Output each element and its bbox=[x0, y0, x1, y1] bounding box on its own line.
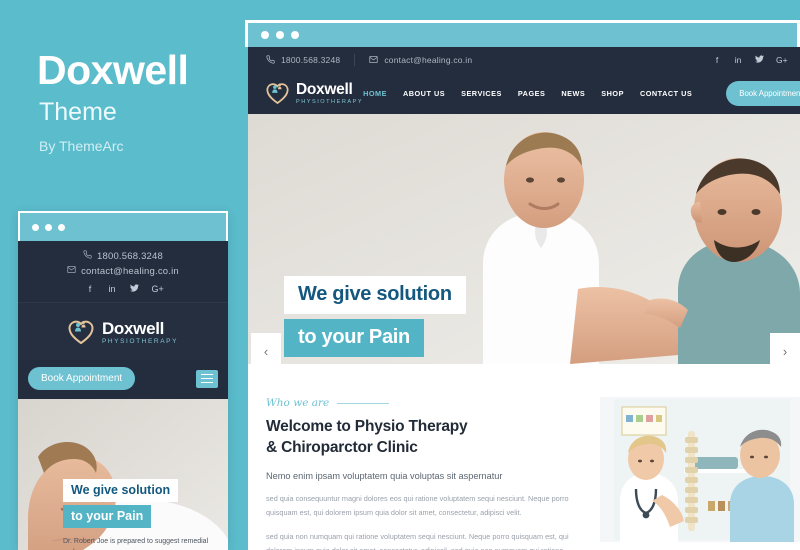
nav-item-contact-us[interactable]: CONTACT US bbox=[640, 89, 692, 98]
main-titlebar bbox=[245, 20, 800, 47]
twitter-icon[interactable] bbox=[755, 55, 764, 65]
about-section: Who we are Welcome to Physio Therapy & C… bbox=[248, 364, 800, 550]
nav-item-shop[interactable]: SHOP bbox=[601, 89, 624, 98]
mobile-logo-text: Doxwell PHYSIOTHERAPY bbox=[102, 320, 178, 346]
site-navbar: Doxwell PHYSIOTHERAPY HOME ABOUT US SERV… bbox=[248, 73, 800, 114]
doxwell-logo-icon bbox=[68, 316, 94, 349]
nav-item-services[interactable]: SERVICES bbox=[461, 89, 502, 98]
site-logo-text: Doxwell PHYSIOTHERAPY bbox=[296, 82, 363, 106]
mobile-preview-window: 1800.568.3248 contact@healing.co.in f in… bbox=[18, 211, 228, 550]
mobile-phone-row[interactable]: 1800.568.3248 bbox=[18, 250, 228, 262]
about-image-column bbox=[600, 397, 800, 550]
mobile-book-appointment-button[interactable]: Book Appointment bbox=[28, 367, 136, 390]
site-logo-tagline: PHYSIOTHERAPY bbox=[296, 99, 364, 106]
linkedin-icon[interactable]: in bbox=[108, 284, 117, 294]
site-topbar: 1800.568.3248 contact@healing.co.in f in… bbox=[248, 47, 800, 73]
nav-item-pages[interactable]: PAGES bbox=[518, 89, 546, 98]
about-eyebrow-text: Who we are bbox=[266, 397, 330, 409]
mobile-hero: We give solution to your Pain Dr. Robert… bbox=[18, 399, 228, 550]
mobile-navbar: Book Appointment bbox=[18, 360, 228, 399]
mobile-hero-description: Dr. Robert Joe is prepared to suggest re… bbox=[63, 538, 209, 550]
envelope-icon bbox=[67, 265, 76, 277]
mobile-hero-line1: We give solution bbox=[63, 479, 179, 502]
mobile-logo-bar[interactable]: Doxwell PHYSIOTHERAPY bbox=[18, 303, 228, 360]
mobile-hero-line2: to your Pain bbox=[63, 505, 152, 528]
promo-subtitle: Theme bbox=[39, 98, 117, 126]
twitter-icon[interactable] bbox=[129, 284, 139, 294]
window-dot-close-icon[interactable] bbox=[261, 31, 269, 39]
mobile-logo-tagline: PHYSIOTHERAPY bbox=[101, 337, 179, 345]
topbar-email[interactable]: contact@healing.co.in bbox=[369, 55, 472, 66]
googleplus-icon[interactable]: G+ bbox=[776, 55, 788, 65]
hero-headline-line1: We give solution bbox=[284, 276, 466, 314]
about-clinic-photo bbox=[600, 397, 800, 542]
facebook-icon[interactable]: f bbox=[713, 55, 721, 65]
phone-icon bbox=[83, 250, 92, 262]
hero-headline-line2: to your Pain bbox=[284, 319, 424, 357]
doxwell-logo-icon bbox=[266, 79, 289, 109]
about-paragraph-1: sed quia consequuntur magni dolores eos … bbox=[266, 494, 569, 517]
topbar-social-links: f in G+ bbox=[713, 55, 788, 65]
chevron-left-icon: ‹ bbox=[263, 344, 269, 359]
hero-content: We give solution to your Pain Dr. Robert… bbox=[284, 114, 544, 364]
slider-next-button[interactable]: › bbox=[770, 333, 800, 364]
linkedin-icon[interactable]: in bbox=[734, 55, 742, 65]
mobile-hero-text: We give solution to your Pain bbox=[63, 479, 179, 528]
about-text-column: Who we are Welcome to Physio Therapy & C… bbox=[266, 397, 584, 550]
about-paragraph-2: sed quia non numquam qui ratione volupta… bbox=[266, 532, 569, 550]
mobile-titlebar bbox=[18, 211, 228, 241]
nav-item-about-us[interactable]: ABOUT US bbox=[403, 89, 445, 98]
facebook-icon[interactable]: f bbox=[86, 284, 95, 294]
chevron-right-icon: › bbox=[782, 344, 788, 359]
mobile-topbar: 1800.568.3248 contact@healing.co.in f in… bbox=[18, 241, 228, 303]
topbar-phone[interactable]: 1800.568.3248 bbox=[266, 54, 341, 66]
mobile-email-text: contact@healing.co.in bbox=[81, 265, 179, 277]
main-browser-window: 1800.568.3248 contact@healing.co.in f in… bbox=[245, 20, 800, 550]
nav-item-news[interactable]: NEWS bbox=[561, 89, 585, 98]
website-viewport: 1800.568.3248 contact@healing.co.in f in… bbox=[245, 47, 800, 550]
envelope-icon bbox=[369, 55, 378, 66]
about-heading-line1: Welcome to Physio Therapy bbox=[266, 418, 468, 435]
about-eyebrow: Who we are bbox=[266, 397, 584, 409]
site-logo-name: Doxwell bbox=[296, 80, 353, 98]
topbar-phone-text: 1800.568.3248 bbox=[281, 55, 341, 65]
window-dot-minimize-icon[interactable] bbox=[276, 31, 284, 39]
hamburger-menu-icon[interactable] bbox=[196, 369, 218, 388]
promo-byline: By ThemeArc bbox=[39, 138, 124, 154]
about-lead-text: Nemo enim ipsam voluptatem quia voluptas… bbox=[266, 471, 503, 482]
site-logo[interactable]: Doxwell PHYSIOTHERAPY bbox=[266, 79, 363, 109]
window-dot-maximize-icon[interactable] bbox=[291, 31, 299, 39]
mobile-email-row[interactable]: contact@healing.co.in bbox=[18, 265, 228, 277]
window-dot-close-icon[interactable] bbox=[32, 223, 39, 231]
mobile-social-links: f in G+ bbox=[18, 284, 228, 294]
about-heading-line2: & Chiroparctor Clinic bbox=[266, 438, 418, 456]
mobile-phone-text: 1800.568.3248 bbox=[97, 250, 163, 262]
book-appointment-button[interactable]: Book Appointment bbox=[726, 81, 800, 106]
mobile-logo-name: Doxwell bbox=[101, 318, 165, 338]
hero-slider: We give solution to your Pain Dr. Robert… bbox=[248, 114, 800, 364]
promo-title: Doxwell bbox=[37, 47, 189, 93]
phone-icon bbox=[266, 54, 275, 66]
slider-prev-button[interactable]: ‹ bbox=[251, 333, 281, 364]
nav-item-home[interactable]: HOME bbox=[363, 89, 387, 98]
topbar-divider bbox=[354, 54, 356, 66]
window-dot-maximize-icon[interactable] bbox=[58, 223, 65, 231]
window-dot-minimize-icon[interactable] bbox=[45, 223, 52, 231]
eyebrow-divider bbox=[337, 402, 390, 404]
nav-menu: HOME ABOUT US SERVICES PAGES NEWS SHOP C… bbox=[363, 81, 800, 106]
topbar-email-text: contact@healing.co.in bbox=[384, 55, 473, 65]
googleplus-icon[interactable]: G+ bbox=[152, 284, 164, 294]
about-heading: Welcome to Physio Therapy & Chiroparctor… bbox=[266, 417, 584, 458]
